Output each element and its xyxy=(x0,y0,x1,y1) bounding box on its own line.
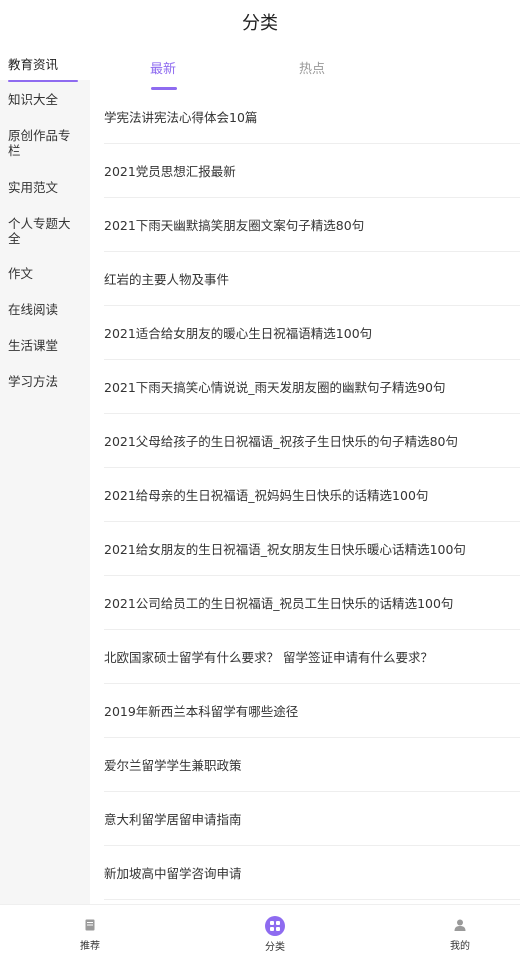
sidebar-item-life-class[interactable]: 生活课堂 xyxy=(0,338,90,374)
sidebar-item-label: 作文 xyxy=(8,266,34,281)
sidebar-item-composition[interactable]: 作文 xyxy=(0,266,90,302)
list-item[interactable]: 2019年新西兰本科留学有哪些途径 xyxy=(104,684,520,738)
grid-icon xyxy=(265,916,285,936)
article-title: 2019年新西兰本科留学有哪些途径 xyxy=(104,704,299,719)
sidebar-item-label: 个人专题大全 xyxy=(8,216,71,246)
sidebar-item-study-methods[interactable]: 学习方法 xyxy=(0,374,90,410)
user-icon xyxy=(452,917,468,933)
article-title: 意大利留学居留申请指南 xyxy=(104,812,242,827)
active-indicator xyxy=(8,80,78,82)
article-title: 2021党员思想汇报最新 xyxy=(104,164,236,179)
article-title: 2021父母给孩子的生日祝福语_祝孩子生日快乐的句子精选80句 xyxy=(104,434,458,449)
list-item[interactable]: 2021下雨天搞笑心情说说_雨天发朋友圈的幽默句子精选90句 xyxy=(104,360,520,414)
list-item[interactable]: 2021适合给女朋友的暖心生日祝福语精选100句 xyxy=(104,306,520,360)
list-item[interactable]: 新加坡高中留学咨询申请 xyxy=(104,846,520,900)
article-title: 学宪法讲宪法心得体会10篇 xyxy=(104,110,258,125)
sidebar-item-label: 学习方法 xyxy=(8,374,59,389)
article-title: 2021给母亲的生日祝福语_祝妈妈生日快乐的话精选100句 xyxy=(104,488,429,503)
list-item[interactable]: 2021公司给员工的生日祝福语_祝员工生日快乐的话精选100句 xyxy=(104,576,520,630)
list-item[interactable]: 学宪法讲宪法心得体会10篇 xyxy=(104,90,520,144)
bottom-tab-bar: 推荐 分类 我的 xyxy=(0,904,520,954)
article-title: 新加坡高中留学咨询申请 xyxy=(104,866,242,881)
article-title: 2021下雨天搞笑心情说说_雨天发朋友圈的幽默句子精选90句 xyxy=(104,380,446,395)
sidebar-item-label: 实用范文 xyxy=(8,180,59,195)
app-header: 分类 xyxy=(0,0,520,44)
tabbar-item-recommend[interactable]: 推荐 xyxy=(50,905,130,954)
list-item[interactable]: 2021党员思想汇报最新 xyxy=(104,144,520,198)
sidebar-item-label: 教育资讯 xyxy=(8,57,59,72)
sidebar-item-online-reading[interactable]: 在线阅读 xyxy=(0,302,90,338)
list-item[interactable]: 2021下雨天幽默搞笑朋友圈文案句子精选80句 xyxy=(104,198,520,252)
sidebar-item-label: 生活课堂 xyxy=(8,338,59,353)
tabbar-item-category[interactable]: 分类 xyxy=(235,905,315,954)
sidebar-item-original-works[interactable]: 原创作品专栏 xyxy=(0,128,90,180)
sidebar-item-label: 原创作品专栏 xyxy=(8,128,71,158)
category-sidebar: 教育资讯 知识大全 原创作品专栏 实用范文 个人专题大全 作文 在线阅读 生活课… xyxy=(0,44,90,904)
article-title: 2021下雨天幽默搞笑朋友圈文案句子精选80句 xyxy=(104,218,365,233)
list-item[interactable]: 2021给母亲的生日祝福语_祝妈妈生日快乐的话精选100句 xyxy=(104,468,520,522)
list-item[interactable]: 北欧国家硕士留学有什么要求？ 留学签证申请有什么要求？ xyxy=(104,630,520,684)
article-title: 2021公司给员工的生日祝福语_祝员工生日快乐的话精选100句 xyxy=(104,596,454,611)
content-tabs: 最新 热点 xyxy=(90,44,520,92)
list-item[interactable]: 意大利留学居留申请指南 xyxy=(104,792,520,846)
list-item[interactable]: 2021父母给孩子的生日祝福语_祝孩子生日快乐的句子精选80句 xyxy=(104,414,520,468)
sidebar-item-practical-essays[interactable]: 实用范文 xyxy=(0,180,90,216)
article-title: 2021适合给女朋友的暖心生日祝福语精选100句 xyxy=(104,326,373,341)
sidebar-item-label: 知识大全 xyxy=(8,92,59,107)
article-title: 爱尔兰留学学生兼职政策 xyxy=(104,758,242,773)
sidebar-item-knowledge[interactable]: 知识大全 xyxy=(0,92,90,128)
tabbar-item-mine[interactable]: 我的 xyxy=(420,905,500,954)
tab-hot[interactable]: 热点 xyxy=(299,58,325,77)
tabbar-label: 分类 xyxy=(265,942,285,953)
sidebar-item-education-news[interactable]: 教育资讯 xyxy=(0,44,90,82)
tabbar-label: 我的 xyxy=(450,941,470,952)
article-title: 2021给女朋友的生日祝福语_祝女朋友生日快乐暖心话精选100句 xyxy=(104,542,466,557)
list-item[interactable]: 2021给女朋友的生日祝福语_祝女朋友生日快乐暖心话精选100句 xyxy=(104,522,520,576)
tab-latest[interactable]: 最新 xyxy=(150,58,176,77)
list-item[interactable]: 爱尔兰留学学生兼职政策 xyxy=(104,738,520,792)
book-icon xyxy=(82,917,98,933)
article-list: 学宪法讲宪法心得体会10篇 2021党员思想汇报最新 2021下雨天幽默搞笑朋友… xyxy=(104,90,520,900)
tabbar-label: 推荐 xyxy=(80,941,100,952)
sidebar-item-personal-topics[interactable]: 个人专题大全 xyxy=(0,216,90,266)
article-title: 北欧国家硕士留学有什么要求？ 留学签证申请有什么要求？ xyxy=(104,650,433,665)
sidebar-item-label: 在线阅读 xyxy=(8,302,59,317)
page-title: 分类 xyxy=(242,13,278,34)
list-item[interactable]: 红岩的主要人物及事件 xyxy=(104,252,520,306)
article-title: 红岩的主要人物及事件 xyxy=(104,272,230,287)
